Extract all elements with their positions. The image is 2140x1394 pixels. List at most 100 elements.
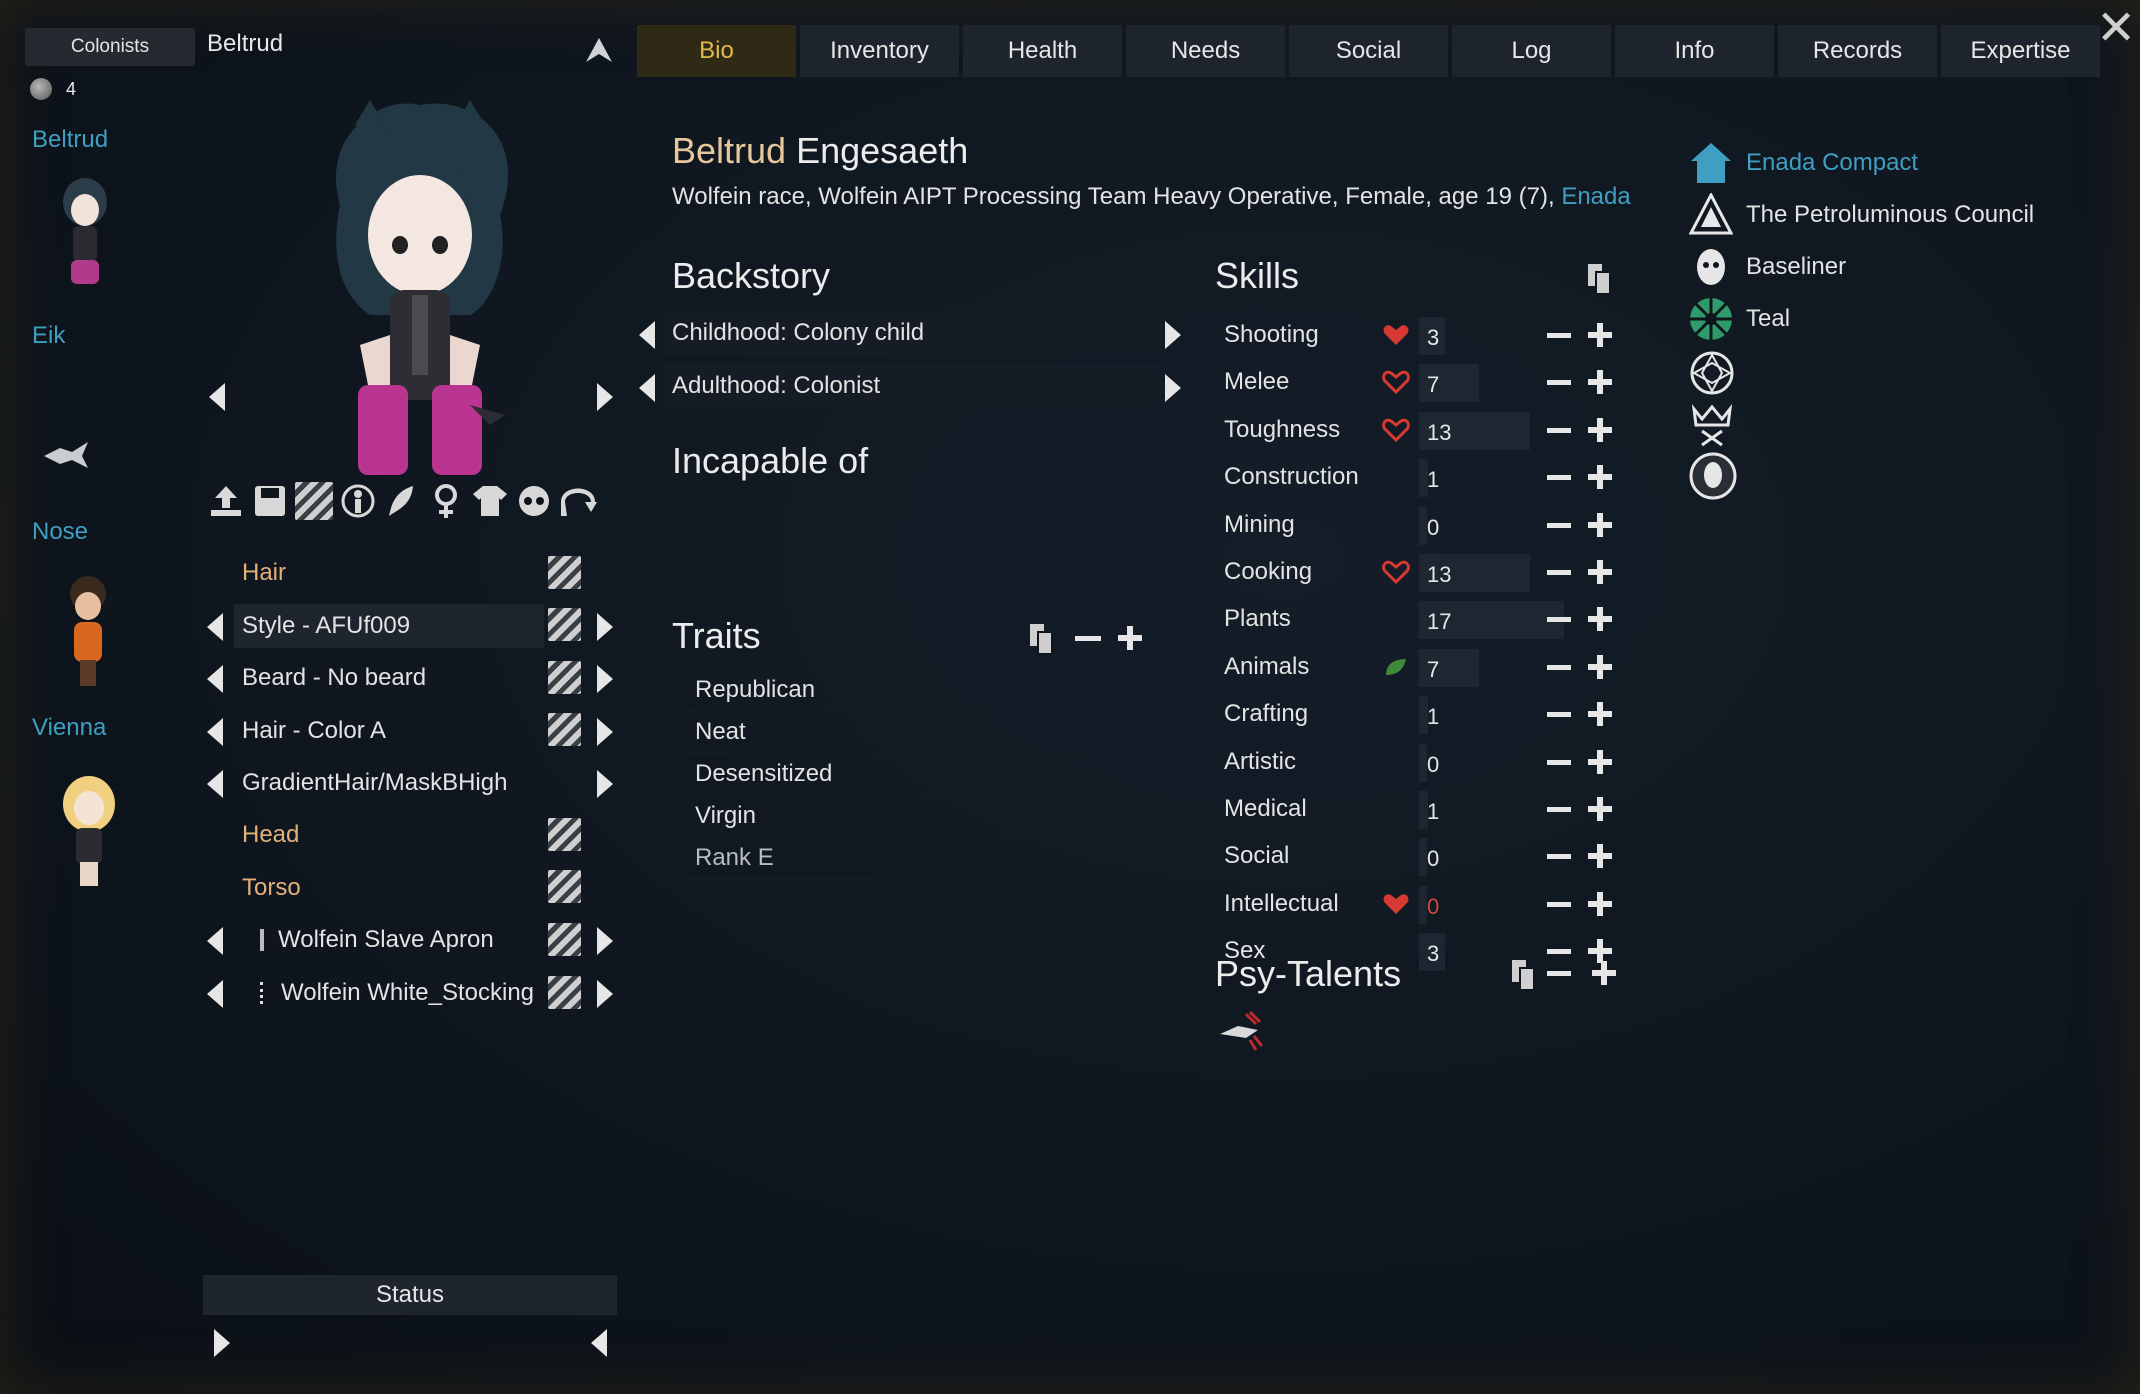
faction-teal[interactable]: Teal <box>1688 293 2034 345</box>
shirt-icon[interactable] <box>471 482 509 520</box>
skill-increase-icon[interactable] <box>1588 607 1612 632</box>
beard-prev-arrow[interactable] <box>207 665 223 693</box>
trait-item[interactable]: Neat <box>681 712 1111 754</box>
beard-randomize-icon[interactable] <box>548 661 581 694</box>
remove-trait-icon[interactable] <box>1075 636 1101 641</box>
skill-row-toughness[interactable]: Toughness 13 <box>1224 410 1624 450</box>
appearance-gradient[interactable]: GradientHair/MaskBHigh <box>234 761 584 805</box>
colonist-name-eik[interactable]: Eik <box>32 322 65 350</box>
randomize-icon[interactable] <box>295 482 333 520</box>
appearance-stocking[interactable]: Wolfein White_Stocking <box>234 971 544 1015</box>
xenotype-icon[interactable] <box>1688 451 1738 501</box>
trait-item[interactable]: Virgin <box>681 796 1111 838</box>
skill-increase-icon[interactable] <box>1588 702 1612 727</box>
pawn-full-name[interactable]: Beltrud Engesaeth <box>672 130 968 172</box>
faction-petroluminous[interactable]: The Petroluminous Council <box>1688 189 2034 241</box>
apron-next-arrow[interactable] <box>597 927 613 955</box>
skill-row-social[interactable]: Social 0 <box>1224 836 1624 877</box>
colonist-portrait-vienna[interactable] <box>56 774 122 890</box>
helmet-icon[interactable] <box>515 482 553 520</box>
colonist-name-vienna[interactable]: Vienna <box>32 714 106 742</box>
appearance-beard[interactable]: Beard - No beard <box>234 656 544 700</box>
skill-decrease-icon[interactable] <box>1547 949 1571 955</box>
skill-increase-icon[interactable] <box>1588 844 1612 869</box>
appearance-hair[interactable]: Hair <box>234 551 544 595</box>
passion-minor-icon[interactable] <box>1382 560 1410 584</box>
skill-decrease-icon[interactable] <box>1547 617 1571 623</box>
childhood-prev-arrow[interactable] <box>639 321 655 349</box>
tab-expertise[interactable]: Expertise <box>1941 25 2100 77</box>
skill-row-melee[interactable]: Melee 7 <box>1224 362 1624 403</box>
haircolor-next-arrow[interactable] <box>597 718 613 746</box>
colonist-name-nose[interactable]: Nose <box>32 518 88 546</box>
stocking-randomize-icon[interactable] <box>548 976 581 1009</box>
skill-increase-icon[interactable] <box>1588 560 1612 584</box>
apron-randomize-icon[interactable] <box>548 923 581 956</box>
passion-minor-icon[interactable] <box>1382 370 1410 395</box>
adulthood-prev-arrow[interactable] <box>639 374 655 402</box>
add-trait-icon[interactable] <box>1118 626 1142 650</box>
female-icon[interactable] <box>427 482 465 520</box>
appearance-head[interactable]: Head <box>234 813 544 857</box>
style-randomize-icon[interactable] <box>548 608 581 641</box>
pawn-faction-link[interactable]: Enada <box>1561 183 1630 210</box>
skill-decrease-icon[interactable] <box>1547 854 1571 860</box>
appearance-apron[interactable]: Wolfein Slave Apron <box>234 918 544 962</box>
skill-row-mining[interactable]: Mining 0 <box>1224 505 1624 545</box>
adulthood-next-arrow[interactable] <box>1165 374 1181 402</box>
feather-icon[interactable] <box>383 482 421 520</box>
trait-item[interactable]: Desensitized <box>681 754 1111 796</box>
haircolor-prev-arrow[interactable] <box>207 718 223 746</box>
tab-bio[interactable]: Bio <box>637 25 796 77</box>
tab-inventory[interactable]: Inventory <box>800 25 959 77</box>
copy-psy-icon[interactable] <box>1510 958 1536 992</box>
skill-increase-icon[interactable] <box>1588 939 1612 964</box>
skill-decrease-icon[interactable] <box>1547 664 1571 670</box>
skill-increase-icon[interactable] <box>1588 512 1612 537</box>
skill-row-plants[interactable]: Plants 17 <box>1224 599 1624 640</box>
passion-major-icon[interactable] <box>1382 323 1410 347</box>
tab-log[interactable]: Log <box>1452 25 1611 77</box>
style-next-arrow[interactable] <box>597 613 613 641</box>
skill-increase-icon[interactable] <box>1588 891 1612 916</box>
skill-decrease-icon[interactable] <box>1547 712 1571 718</box>
skill-increase-icon[interactable] <box>1588 465 1612 490</box>
gradient-next-arrow[interactable] <box>597 770 613 798</box>
hair-randomize-icon[interactable] <box>548 556 581 589</box>
close-icon[interactable]: ✕ <box>2096 0 2136 56</box>
haircolor-randomize-icon[interactable] <box>548 713 581 746</box>
next-body-arrow[interactable] <box>597 383 613 411</box>
skill-row-animals[interactable]: Animals 7 <box>1224 647 1624 687</box>
status-prev-arrow[interactable] <box>591 1329 607 1357</box>
appearance-style[interactable]: Style - AFUf009 <box>234 604 544 648</box>
beard-next-arrow[interactable] <box>597 665 613 693</box>
skill-row-medical[interactable]: Medical 1 <box>1224 789 1624 829</box>
skill-decrease-icon[interactable] <box>1547 427 1571 433</box>
psy-talent-icon[interactable] <box>1216 1008 1268 1052</box>
tab-health[interactable]: Health <box>963 25 1122 77</box>
head-randomize-icon[interactable] <box>548 818 581 851</box>
colonist-name-beltrud[interactable]: Beltrud <box>32 126 108 154</box>
appearance-torso[interactable]: Torso <box>234 866 544 910</box>
gradient-prev-arrow[interactable] <box>207 770 223 798</box>
adulthood-backstory[interactable]: Adulthood: Colonist <box>664 364 1162 408</box>
reset-icon[interactable] <box>559 482 597 520</box>
apron-prev-arrow[interactable] <box>207 927 223 955</box>
skill-decrease-icon[interactable] <box>1547 522 1571 528</box>
skill-increase-icon[interactable] <box>1588 323 1612 347</box>
skill-decrease-icon[interactable] <box>1547 759 1571 765</box>
body-icon[interactable] <box>339 482 377 520</box>
skill-decrease-icon[interactable] <box>1547 807 1571 812</box>
skill-decrease-icon[interactable] <box>1547 475 1571 481</box>
skill-decrease-icon[interactable] <box>1547 901 1571 907</box>
skill-decrease-icon[interactable] <box>1547 380 1571 386</box>
tab-records[interactable]: Records <box>1778 25 1937 77</box>
skill-decrease-icon[interactable] <box>1547 333 1571 338</box>
colonists-button[interactable]: Colonists <box>25 28 195 66</box>
remove-psy-icon[interactable] <box>1547 971 1571 976</box>
stocking-prev-arrow[interactable] <box>207 980 223 1008</box>
torso-randomize-icon[interactable] <box>548 870 581 903</box>
upload-icon[interactable] <box>207 482 245 520</box>
ideology-icon[interactable] <box>1688 349 1736 397</box>
faction-enada-compact[interactable]: Enada Compact <box>1688 137 2034 189</box>
